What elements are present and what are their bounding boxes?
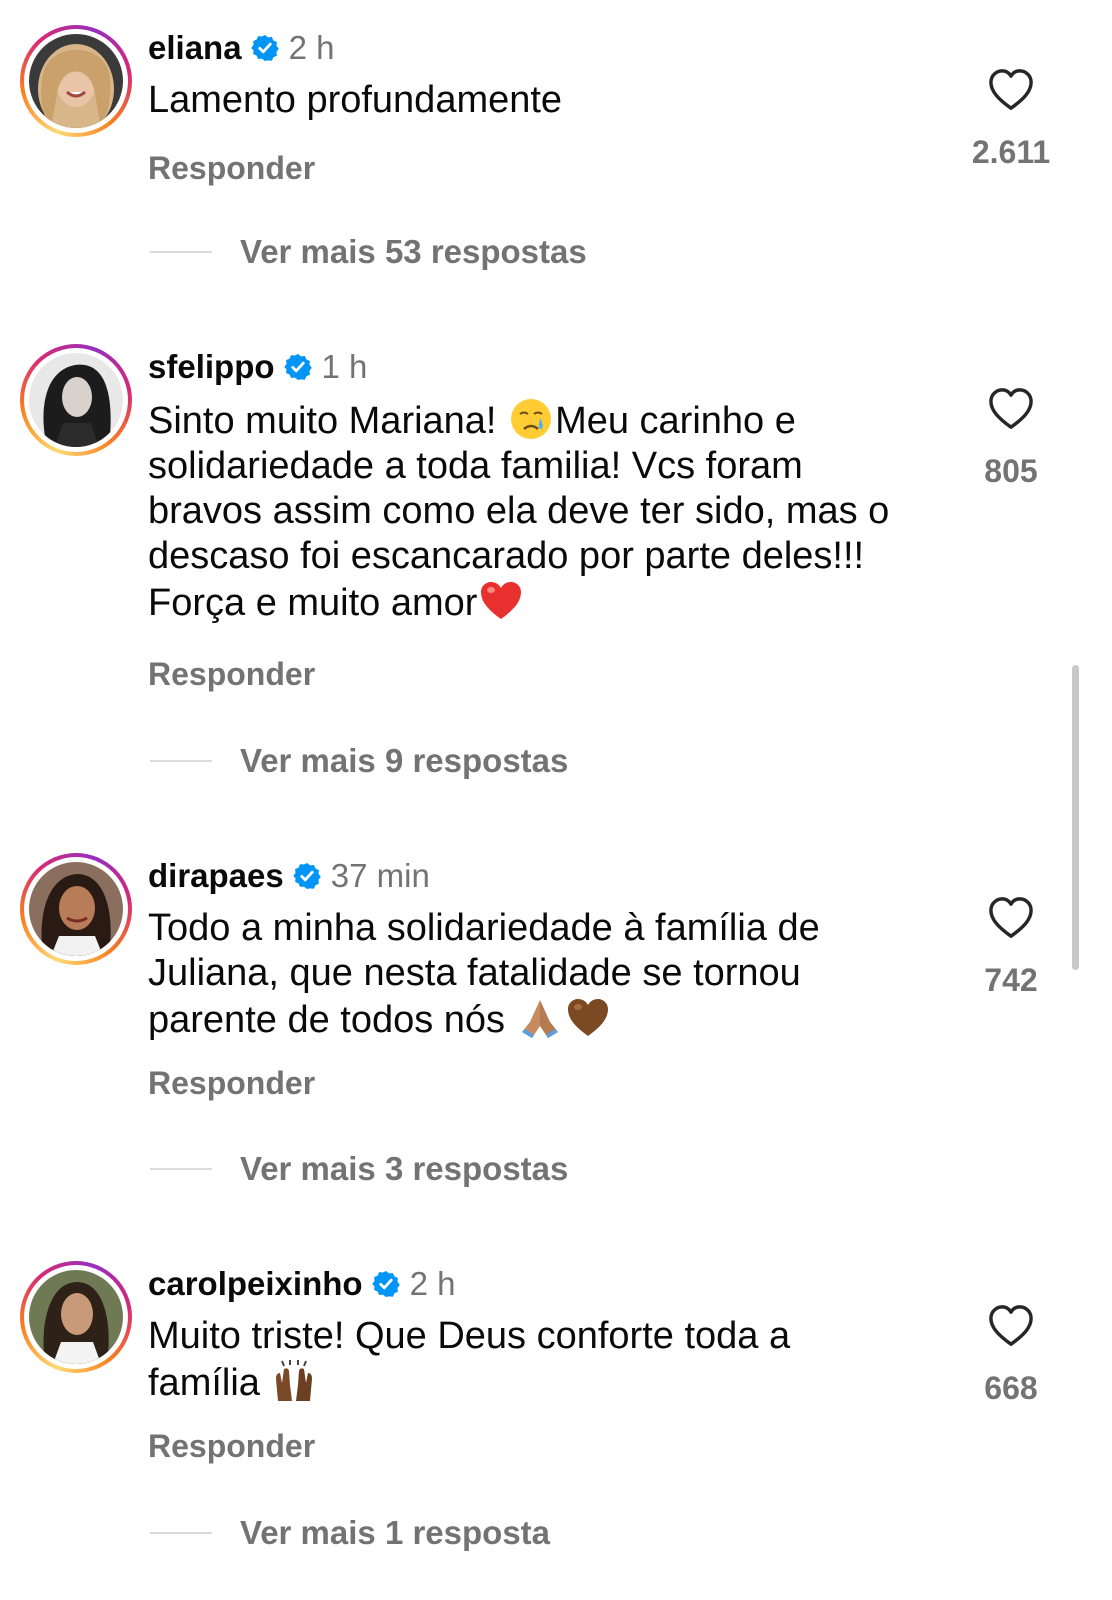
like-count[interactable]: 2.611 <box>960 134 1062 171</box>
crying-face-emoji-icon <box>511 399 552 439</box>
comment-header: sfelippo 1 h <box>148 347 367 387</box>
divider-line <box>150 760 212 762</box>
like-control: 742 <box>960 896 1062 999</box>
username[interactable]: carolpeixinho <box>148 1265 363 1303</box>
like-control: 805 <box>960 387 1062 490</box>
like-control: 668 <box>960 1304 1062 1407</box>
comment-header: carolpeixinho 2 h <box>148 1264 455 1304</box>
avatar-image <box>29 353 123 447</box>
view-more-replies-label: Ver mais 53 respostas <box>240 233 587 270</box>
timestamp: 1 h <box>321 348 368 385</box>
heart-outline-icon[interactable] <box>988 68 1034 112</box>
view-more-replies-label: Ver mais 1 resposta <box>240 1514 551 1551</box>
verified-badge-icon <box>251 34 279 62</box>
avatar-dirapaes[interactable] <box>20 853 132 965</box>
avatar-image <box>29 34 123 128</box>
verified-badge-icon <box>284 353 312 381</box>
verified-badge-icon <box>372 1270 400 1298</box>
comment-text: Muito triste! Que Deus conforte toda a f… <box>148 1314 948 1406</box>
comment-header: dirapaes 37 min <box>148 856 430 896</box>
raising-hands-emoji-icon <box>276 1360 313 1401</box>
timestamp: 37 min <box>330 857 430 894</box>
comment-text-part: Todo a minha solidariedade à família de … <box>148 907 820 1041</box>
like-control: 2.611 <box>960 68 1062 171</box>
divider-line <box>150 251 212 253</box>
avatar-image <box>29 862 123 956</box>
avatar-sfelippo[interactable] <box>20 344 132 456</box>
folded-hands-emoji-icon <box>521 1000 558 1038</box>
username[interactable]: dirapaes <box>148 857 284 895</box>
like-count[interactable]: 668 <box>960 1370 1062 1407</box>
view-more-replies-button[interactable]: Ver mais 3 respostas <box>150 1150 568 1188</box>
reply-button[interactable]: Responder <box>148 1428 315 1465</box>
comment-text: Lamento profundamente <box>148 79 563 121</box>
heart-outline-icon[interactable] <box>988 896 1034 940</box>
reply-button[interactable]: Responder <box>148 656 315 693</box>
reply-button[interactable]: Responder <box>148 150 315 187</box>
reply-button[interactable]: Responder <box>148 1065 315 1102</box>
divider-line <box>150 1532 212 1534</box>
red-heart-emoji-icon <box>481 582 522 619</box>
avatar-carolpeixinho[interactable] <box>20 1261 132 1373</box>
heart-outline-icon[interactable] <box>988 1304 1034 1348</box>
comment-text-part: Sinto muito Mariana! <box>148 400 508 442</box>
view-more-replies-button[interactable]: Ver mais 9 respostas <box>150 742 568 780</box>
divider-line <box>150 1168 212 1170</box>
view-more-replies-button[interactable]: Ver mais 53 respostas <box>150 233 587 271</box>
comment-text: Todo a minha solidariedade à família de … <box>148 906 948 1043</box>
username[interactable]: eliana <box>148 29 242 67</box>
timestamp: 2 h <box>409 1265 456 1302</box>
like-count[interactable]: 742 <box>960 962 1062 999</box>
username[interactable]: sfelippo <box>148 348 275 386</box>
comment-text-part: Muito triste! Que Deus conforte toda a f… <box>148 1315 791 1404</box>
view-more-replies-label: Ver mais 9 respostas <box>240 742 569 779</box>
comment-header: eliana 2 h <box>148 28 334 68</box>
timestamp: 2 h <box>288 29 335 66</box>
heart-outline-icon[interactable] <box>988 387 1034 431</box>
scrollbar[interactable] <box>1072 665 1079 970</box>
verified-badge-icon <box>293 862 321 890</box>
avatar-image <box>29 1270 123 1364</box>
view-more-replies-button[interactable]: Ver mais 1 resposta <box>150 1514 550 1552</box>
comment-text: Sinto muito Mariana! Meu carinho e solid… <box>148 397 948 626</box>
like-count[interactable]: 805 <box>960 453 1062 490</box>
view-more-replies-label: Ver mais 3 respostas <box>240 1150 569 1187</box>
brown-heart-emoji-icon <box>567 999 608 1036</box>
avatar-eliana[interactable] <box>20 25 132 137</box>
